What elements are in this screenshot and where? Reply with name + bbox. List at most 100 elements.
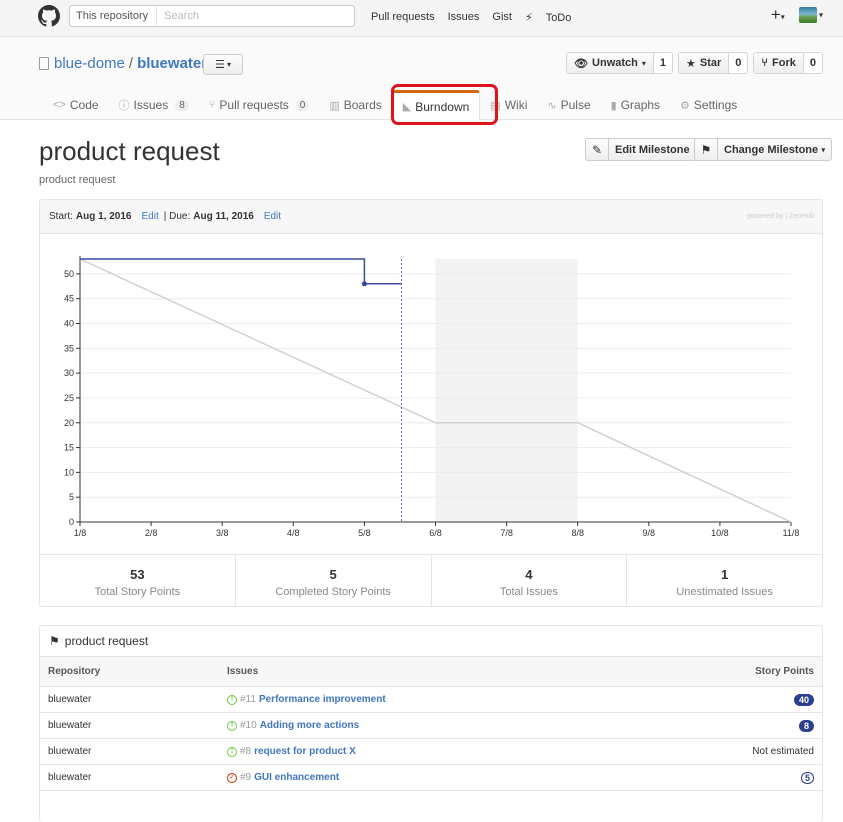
y-tick-label: 30 <box>64 368 74 378</box>
burndown-dates: Start: Aug 1, 2016 Edit | Due: Aug 11, 2… <box>40 200 822 234</box>
create-new-button[interactable]: +▾ <box>770 5 785 24</box>
open-issue-icon: ! <box>227 694 237 705</box>
issue-number: #9 <box>240 772 252 783</box>
x-tick-label: 11/8 <box>783 528 800 538</box>
tab-boards-label: Boards <box>343 98 382 112</box>
list-menu-button[interactable]: ☰ ▾ <box>203 54 243 75</box>
unwatch-button[interactable]: 👁 Unwatch ▾ <box>567 53 654 73</box>
x-tick-label: 5/8 <box>358 528 371 538</box>
edit-milestone-button[interactable]: ✎ Edit Milestone <box>585 138 697 161</box>
edit-due-link[interactable]: Edit <box>264 211 281 222</box>
story-points-not-estimated: Not estimated <box>752 746 814 757</box>
story-points-badge: 40 <box>793 693 814 706</box>
list-icon: ☰ <box>214 59 225 71</box>
tab-graphs-label: Graphs <box>620 98 661 112</box>
tab-graphs[interactable]: ▮ Graphs <box>601 90 670 120</box>
nav-pull-requests[interactable]: Pull requests <box>371 11 435 24</box>
tab-boards[interactable]: ▥ Boards <box>319 90 391 120</box>
edit-start-link[interactable]: Edit <box>142 211 159 222</box>
change-milestone-button[interactable]: ⚑ Change Milestone ▾ <box>694 138 833 161</box>
start-label: Start: <box>49 211 73 222</box>
user-avatar-button[interactable]: ▾ <box>798 7 823 23</box>
issues-table-title: product request <box>64 634 149 648</box>
nav-todo-label: ToDo <box>545 12 572 24</box>
chevron-down-icon: ▾ <box>224 60 232 69</box>
code-icon: <> <box>53 99 66 111</box>
fork-count[interactable]: 0 <box>803 53 822 73</box>
issue-number: #10 <box>240 720 257 731</box>
y-tick-label: 45 <box>64 294 74 304</box>
fork-label: Fork <box>772 57 796 69</box>
github-logo-icon[interactable] <box>38 5 60 27</box>
burndown-stats: 53 Total Story Points 5 Completed Story Po… <box>40 554 822 607</box>
table-row[interactable]: bluewater ! #8 request for product X Not e… <box>40 739 822 765</box>
fork-icon: ⑂ <box>761 57 769 69</box>
x-tick-label: 1/8 <box>74 528 87 538</box>
due-label: | Due: <box>163 211 191 222</box>
x-tick-label: 6/8 <box>429 528 442 538</box>
actual-data-point <box>361 281 367 287</box>
nav-gist[interactable]: Gist <box>492 11 512 24</box>
issue-title-link[interactable]: Performance improvement <box>259 694 386 705</box>
tab-issues[interactable]: ⓘ Issues 8 <box>109 90 199 120</box>
tab-code[interactable]: <> Code <box>43 90 109 120</box>
milestone-issues-table: ⚑ product request Repository Issues Stor… <box>39 625 823 822</box>
burndown-panel: Start: Aug 1, 2016 Edit | Due: Aug 11, 2… <box>39 199 823 607</box>
y-tick-label: 25 <box>64 393 74 403</box>
column-header-repository: Repository <box>48 666 101 677</box>
star-button[interactable]: ★ Star <box>679 53 730 73</box>
pull-request-icon: ⑂ <box>208 99 216 111</box>
chevron-down-icon: ▾ <box>816 10 823 20</box>
y-tick-label: 20 <box>64 418 74 428</box>
stat-label: Total Issues <box>499 586 558 598</box>
unwatch-label: Unwatch <box>592 57 638 69</box>
stat-label: Total Story Points <box>94 586 181 598</box>
boards-icon: ▥ <box>329 99 340 112</box>
avatar <box>798 7 817 23</box>
stat-label: Completed Story Points <box>275 586 391 598</box>
actual-burndown-line <box>80 258 402 285</box>
star-label: Star <box>699 57 722 69</box>
chevron-down-icon: ▾ <box>780 12 785 22</box>
table-row[interactable]: bluewater ! #10 Adding more actions 8 <box>40 713 822 739</box>
plus-icon: + <box>770 5 781 24</box>
stat-label: Unestimated Issues <box>676 586 773 598</box>
issue-title-link[interactable]: Adding more actions <box>260 720 359 731</box>
y-tick-label: 15 <box>64 443 74 453</box>
tab-pull-requests[interactable]: ⑂ Pull requests 0 <box>199 90 320 120</box>
open-issue-icon: ! <box>227 746 237 757</box>
issue-number: #8 <box>240 746 252 757</box>
change-milestone-label: Change Milestone ▾ <box>718 144 831 156</box>
row-repository: bluewater <box>48 746 92 757</box>
issue-title-link[interactable]: GUI enhancement <box>254 772 339 783</box>
y-tick-label: 0 <box>69 517 74 527</box>
fork-button[interactable]: ⑂ Fork <box>754 53 804 73</box>
nav-todo[interactable]: ⚡ ToDo <box>525 11 584 24</box>
star-count[interactable]: 0 <box>729 53 748 73</box>
search-scope: This repository <box>70 6 158 26</box>
table-row[interactable]: bluewater ✓ #9 GUI enhancement 5 <box>40 765 822 791</box>
y-tick-label: 35 <box>64 343 74 353</box>
x-tick-label: 4/8 <box>287 528 300 538</box>
star-button-group: ★ Star 0 <box>678 52 749 74</box>
repo-name-link[interactable]: bluewater <box>137 55 207 72</box>
fork-button-group: ⑂ Fork 0 <box>753 52 823 74</box>
chevron-down-icon: ▾ <box>821 145 826 155</box>
story-points: 5 <box>800 771 814 784</box>
star-icon: ★ <box>686 57 696 70</box>
nav-issues[interactable]: Issues <box>448 11 480 24</box>
repo-owner-link[interactable]: blue-dome <box>54 55 125 72</box>
row-issue: ! #8 request for product X <box>227 746 356 757</box>
story-points-badge: 8 <box>798 719 814 732</box>
story-points-badge: 5 <box>800 771 814 784</box>
watch-count[interactable]: 1 <box>653 53 673 73</box>
table-row[interactable]: bluewater ! #11 Performance improvement 40 <box>40 687 822 713</box>
chevron-down-icon: ▾ <box>641 58 646 68</box>
closed-issue-icon: ✓ <box>227 772 237 783</box>
issue-title-link[interactable]: request for product X <box>254 746 356 757</box>
search-input[interactable]: This repository Search <box>69 5 355 27</box>
repo-actions: 👁 Unwatch ▾ 1 ★ Star 0 ⑂ Fork 0 <box>566 52 823 74</box>
tab-settings[interactable]: ⚙ Settings <box>670 90 747 120</box>
tab-issues-label: Issues <box>133 98 169 112</box>
tab-pulse[interactable]: ∿ Pulse <box>537 90 600 120</box>
